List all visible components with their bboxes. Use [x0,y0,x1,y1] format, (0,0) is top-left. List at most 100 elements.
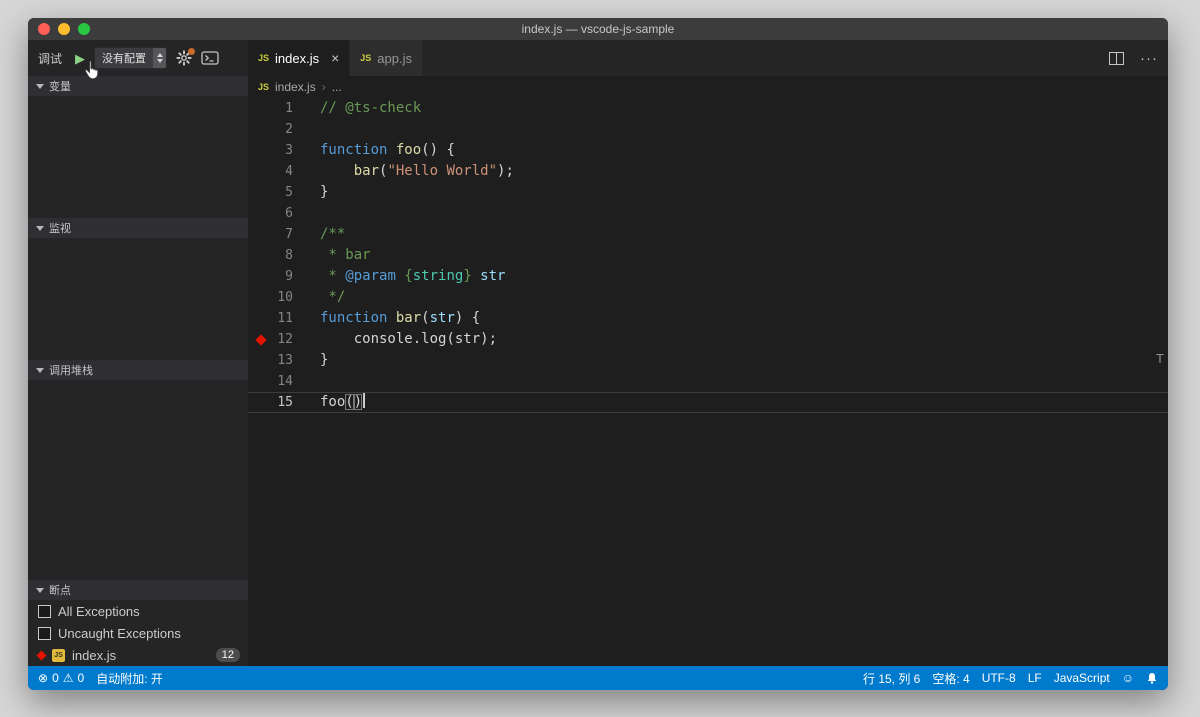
language-mode[interactable]: JavaScript [1054,671,1110,685]
section-label: 变量 [49,78,71,94]
eol-setting[interactable]: LF [1028,671,1042,685]
line-number[interactable]: 10 [248,287,293,308]
code-text: console.log(str); [320,329,497,350]
code-text: /** [320,224,345,245]
code-text: function bar(str) { [320,308,480,329]
code-text: } [320,350,328,371]
section-label: 监视 [49,220,71,236]
code-line-7[interactable]: 7 /** [248,224,1168,245]
zoom-window-button[interactable] [78,23,90,35]
code-text: * bar [320,245,371,266]
line-number[interactable]: 2 [248,119,293,140]
code-line-15[interactable]: 15 foo() [248,392,1168,413]
breadcrumb-more[interactable]: ... [332,80,342,94]
status-right: 行 15, 列 6 空格: 4 UTF-8 LF JavaScript ☺ [863,670,1158,687]
notification-dot [188,48,195,55]
code-line-3[interactable]: 3function foo() { [248,140,1168,161]
debug-console-icon[interactable] [201,51,219,65]
line-number[interactable]: 4 [248,161,293,182]
status-bar: ⊗ 0 ⚠ 0 自动附加: 开 行 15, 列 6 空格: 4 UTF-8 LF… [28,666,1168,690]
status-left: ⊗ 0 ⚠ 0 自动附加: 开 [38,670,163,687]
code-line-14[interactable]: 14 [248,371,1168,392]
error-icon: ⊗ [38,671,48,685]
editor-actions: ··· [1109,40,1158,76]
section-header-4[interactable]: 断点 [28,580,248,600]
close-window-button[interactable] [38,23,50,35]
start-debug-icon[interactable]: ▶ [75,52,85,65]
feedback-smiley-icon[interactable]: ☺ [1122,671,1134,685]
indent-setting[interactable]: 空格: 4 [932,670,969,687]
code-line-10[interactable]: 10 */ [248,287,1168,308]
window-title: index.js — vscode-js-sample [522,22,675,36]
problems-errors[interactable]: ⊗ 0 ⚠ 0 [38,671,84,685]
checkbox[interactable] [38,627,51,640]
tab-app.js[interactable]: JSapp.js [350,40,423,76]
code-text: foo() [320,392,365,413]
section-label: 调用堆栈 [49,362,93,378]
line-number[interactable]: 13 [248,350,293,371]
line-number[interactable]: 1 [248,98,293,119]
auto-attach-status[interactable]: 自动附加: 开 [96,670,163,687]
breakpoint-dot-icon [37,650,47,660]
traffic-lights [38,23,90,35]
line-number[interactable]: 6 [248,203,293,224]
breakpoint-row[interactable]: Uncaught Exceptions [28,622,248,644]
code-line-2[interactable]: 2 [248,119,1168,140]
line-number[interactable]: 5 [248,182,293,203]
encoding[interactable]: UTF-8 [982,671,1016,685]
line-number[interactable]: 7 [248,224,293,245]
code-line-11[interactable]: 11 function bar(str) { [248,308,1168,329]
js-file-icon: JS [258,53,269,63]
more-actions-icon[interactable]: ··· [1140,51,1158,66]
line-number[interactable]: 11 [248,308,293,329]
code-line-4[interactable]: 4 bar("Hello World"); [248,161,1168,182]
checkbox[interactable] [38,605,51,618]
line-number[interactable]: 3 [248,140,293,161]
breakpoint-label: Uncaught Exceptions [58,626,181,641]
tab-index.js[interactable]: JS index.js × [248,40,350,76]
code-line-1[interactable]: 1// @ts-check [248,98,1168,119]
dropdown-stepper-icon [153,48,166,68]
code-line-6[interactable]: 6 [248,203,1168,224]
collapse-arrow-icon [36,368,44,373]
warning-icon: ⚠ [63,671,74,685]
notifications-bell-icon[interactable] [1146,672,1158,685]
line-number[interactable]: 15 [248,392,293,413]
title-bar[interactable]: index.js — vscode-js-sample [28,18,1168,40]
configure-gear-icon[interactable] [176,50,192,66]
code-line-13[interactable]: 13} [248,350,1168,371]
cursor-position[interactable]: 行 15, 列 6 [863,670,920,687]
code-area[interactable]: T 1// @ts-check23function foo() {4 bar("… [248,98,1168,666]
debug-config-dropdown[interactable]: 没有配置 [94,47,167,69]
breakpoints-list: All Exceptions Uncaught Exceptions JSindex… [28,600,248,666]
code-text: * @param {string} str [320,266,505,287]
collapse-arrow-icon [36,84,44,89]
code-line-8[interactable]: 8 * bar [248,245,1168,266]
breadcrumb[interactable]: JS index.js › ... [248,76,1168,98]
code-line-5[interactable]: 5} [248,182,1168,203]
tab-bar: JS index.js × JSapp.js [248,40,1168,76]
breadcrumb-file[interactable]: index.js [275,80,316,94]
section-header-2[interactable]: 监视 [28,218,248,238]
breakpoint-row[interactable]: All Exceptions [28,600,248,622]
line-number[interactable]: 9 [248,266,293,287]
debug-sidebar: 调试 ▶ 没有配置 [28,40,248,666]
code-line-12[interactable]: 12 console.log(str); [248,329,1168,350]
line-number[interactable]: 8 [248,245,293,266]
collapse-arrow-icon [36,588,44,593]
section-header-3[interactable]: 调用堆栈 [28,360,248,380]
breakpoint-count-badge: 12 [216,648,240,662]
split-editor-icon[interactable] [1109,52,1124,65]
debug-toolbar: 调试 ▶ 没有配置 [28,40,248,76]
code-line-9[interactable]: 9 * @param {string} str [248,266,1168,287]
js-file-icon: JS [52,649,65,662]
close-tab-icon[interactable]: × [331,50,339,66]
tab-label: index.js [275,51,319,66]
section-header-1[interactable]: 变量 [28,76,248,96]
line-number[interactable]: 14 [248,371,293,392]
breakpoint-row[interactable]: JSindex.js12 [28,644,248,666]
breadcrumb-separator-icon: › [322,80,326,94]
debug-view-title: 调试 [38,50,62,67]
minimize-window-button[interactable] [58,23,70,35]
collapse-arrow-icon [36,226,44,231]
